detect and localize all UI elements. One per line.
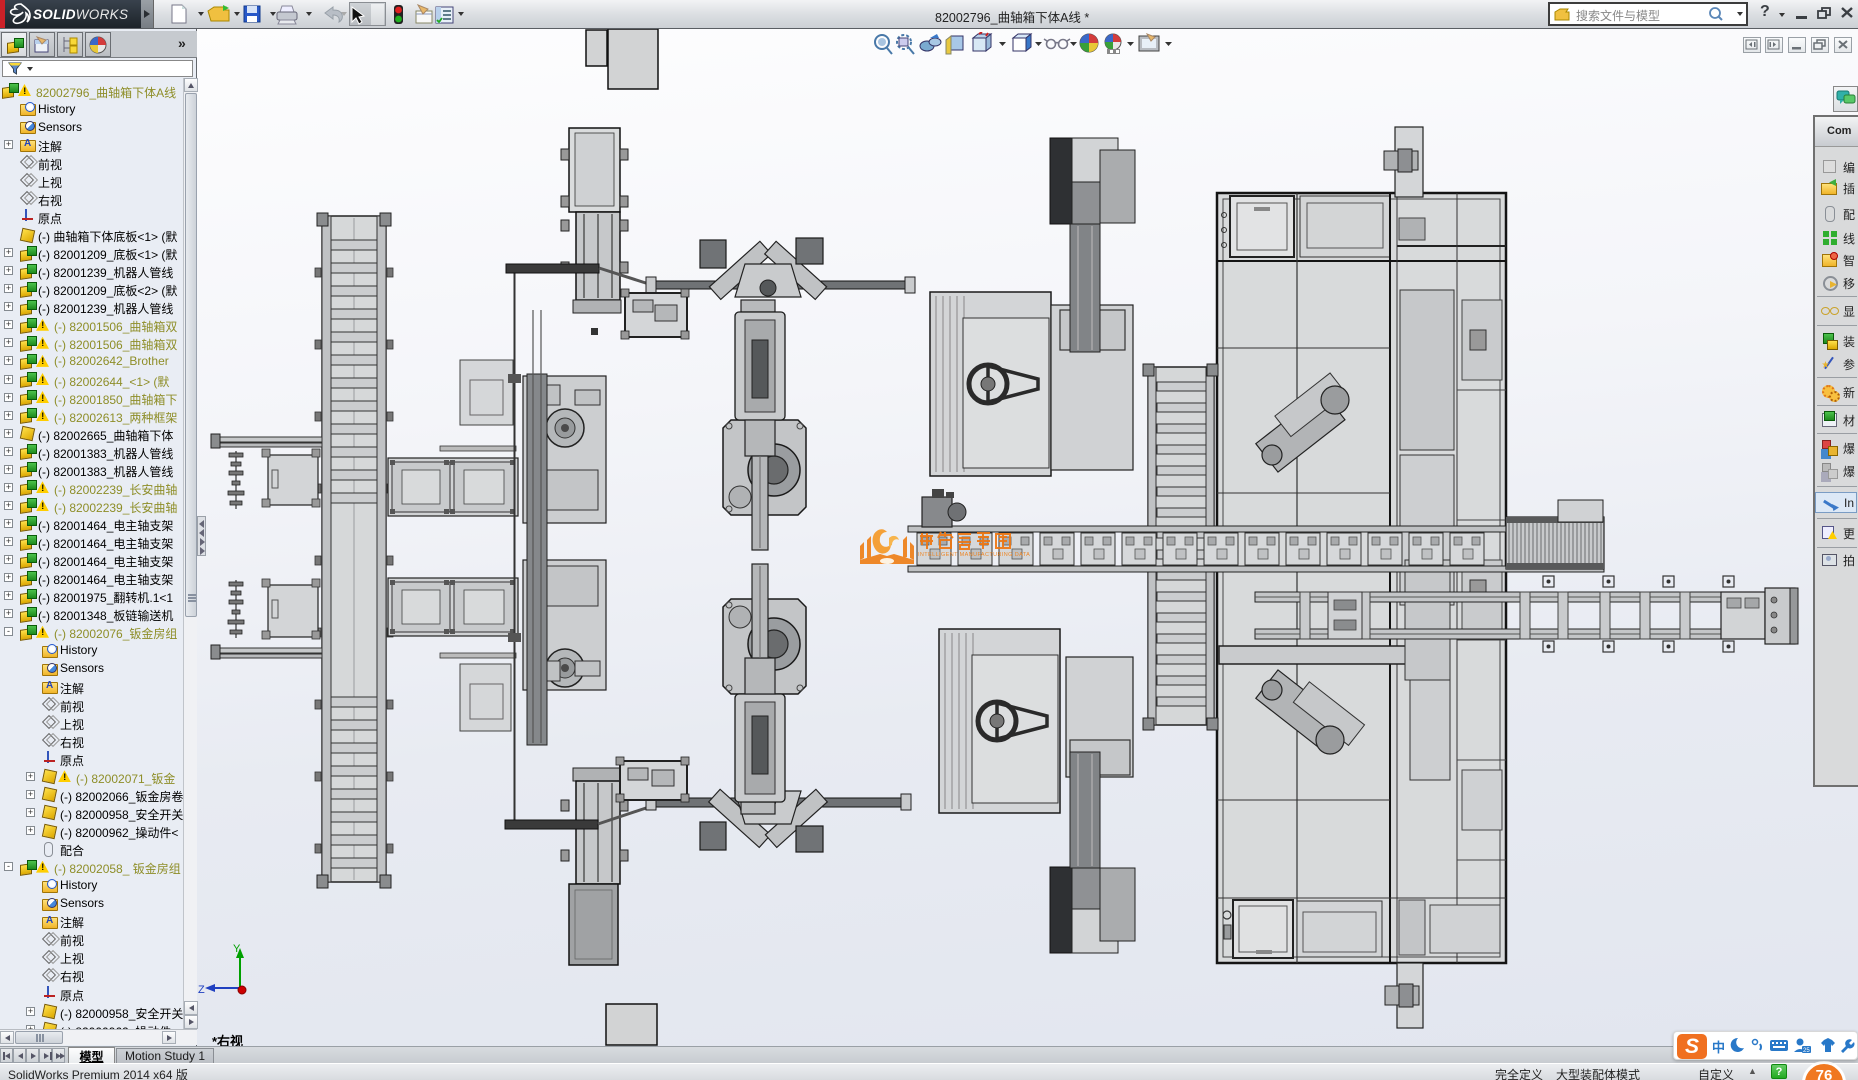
svg-text:Z: Z: [198, 984, 205, 996]
svg-text:25: 25: [1803, 1048, 1810, 1054]
svg-text:Y: Y: [233, 943, 241, 955]
